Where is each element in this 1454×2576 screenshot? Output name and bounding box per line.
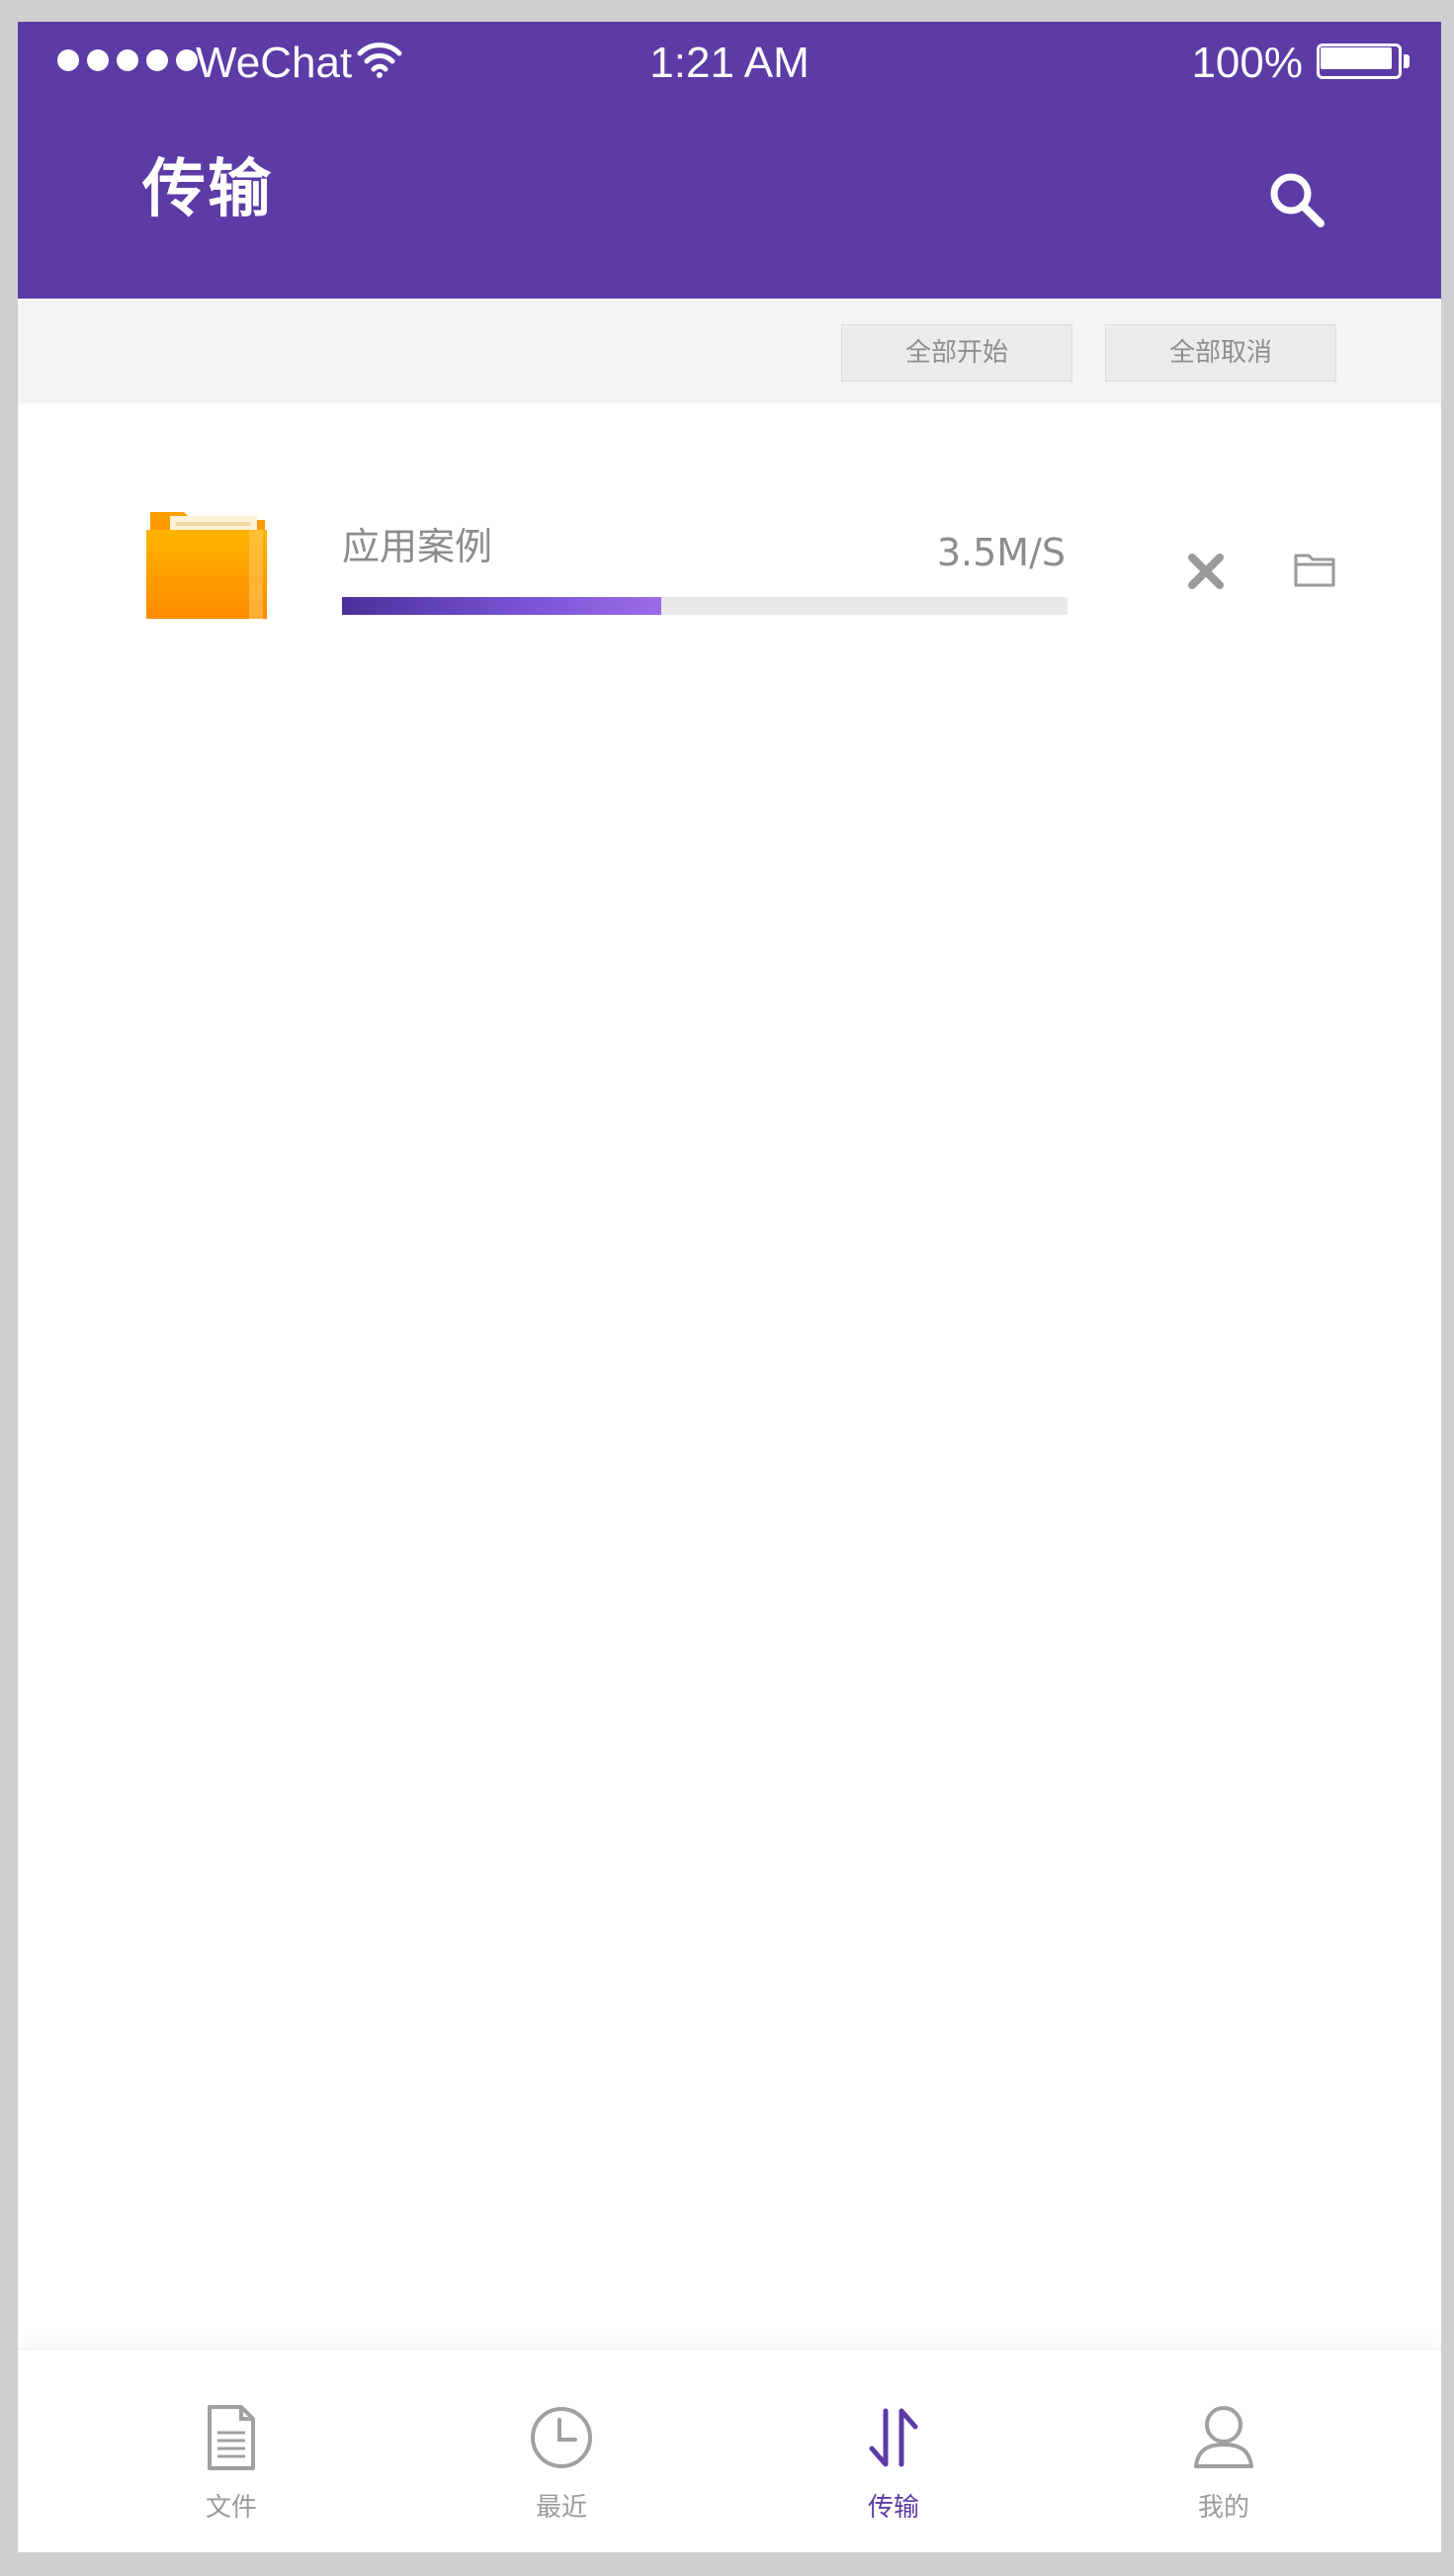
tab-files-label: 文件 [205, 2493, 257, 2523]
progress-bar-fill [342, 597, 661, 615]
progress-bar [342, 597, 1068, 615]
start-all-button[interactable]: 全部开始 [841, 324, 1072, 382]
action-bar: 全部开始 全部取消 [18, 299, 1441, 403]
bottom-tab-bar: 文件 最近 传输 我的 [18, 2349, 1441, 2552]
folder-icon [146, 512, 267, 619]
search-icon[interactable] [1265, 168, 1328, 231]
tab-transfer[interactable]: 传输 [795, 2350, 992, 2552]
transfer-item[interactable]: 应用案例 3.5M/S [18, 443, 1441, 621]
cancel-all-button[interactable]: 全部取消 [1105, 324, 1336, 382]
tab-mine[interactable]: 我的 [1125, 2350, 1323, 2552]
document-icon [208, 2405, 255, 2470]
phone-screen: WeChat 1:21 AM 100% 传输 全部开始 全部取消 应用案例 3.… [18, 22, 1441, 2552]
clock-icon [531, 2407, 592, 2468]
app-header: WeChat 1:21 AM 100% 传输 [18, 22, 1441, 299]
tab-recent[interactable]: 最近 [463, 2350, 660, 2552]
transfer-speed: 3.5M/S [936, 531, 1066, 574]
page-title: 传输 [142, 153, 273, 226]
close-icon[interactable] [1184, 550, 1228, 593]
transfer-file-name: 应用案例 [342, 525, 493, 568]
tab-mine-label: 我的 [1197, 2493, 1249, 2523]
status-bar: WeChat 1:21 AM 100% [18, 22, 1441, 101]
tab-files[interactable]: 文件 [132, 2350, 330, 2552]
transfer-arrows-icon [869, 2408, 918, 2467]
tab-transfer-label: 传输 [867, 2493, 919, 2523]
folder-outline-icon[interactable] [1293, 550, 1336, 589]
battery-icon [1317, 43, 1411, 83]
user-icon [1194, 2406, 1253, 2468]
tab-recent-label: 最近 [535, 2493, 587, 2523]
battery-percentage: 100% [1191, 39, 1303, 87]
